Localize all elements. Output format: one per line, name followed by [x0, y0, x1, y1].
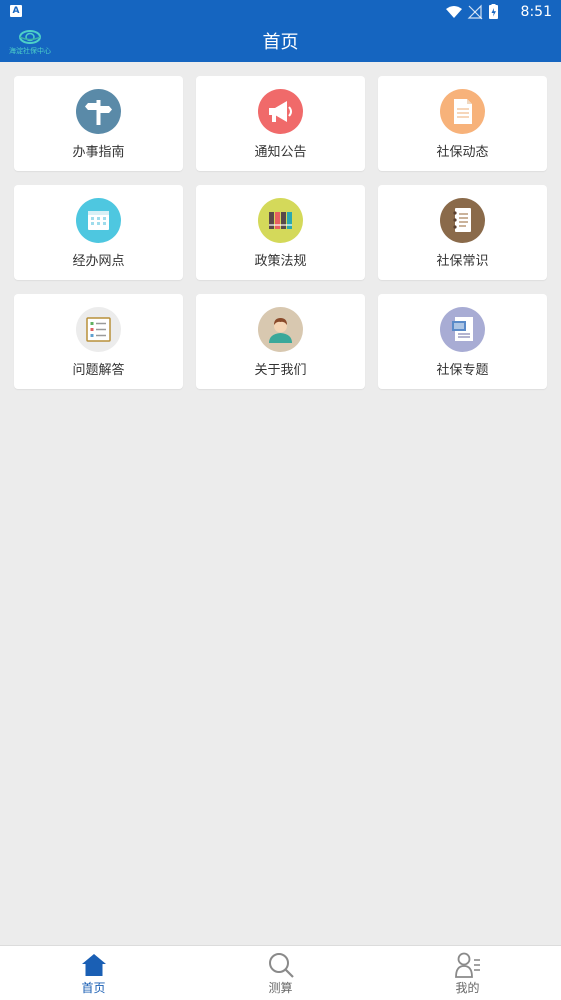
tile-label: 经办网点 — [72, 254, 125, 269]
signpost-icon — [76, 89, 121, 134]
status-time: 8:51 — [520, 4, 552, 20]
binders-icon — [258, 198, 303, 243]
logo: 海淀社保中心 — [5, 29, 55, 59]
tile-faq[interactable]: 问题解答 — [14, 294, 183, 389]
tile-guide[interactable]: 办事指南 — [14, 76, 183, 171]
checklist-icon — [76, 307, 121, 352]
tab-profile[interactable]: 我的 — [374, 946, 561, 1000]
tile-label: 办事指南 — [72, 145, 125, 160]
notebook-icon — [440, 198, 485, 243]
person-icon — [258, 307, 303, 352]
no-signal-icon — [467, 4, 483, 20]
tab-home[interactable]: 首页 — [0, 946, 187, 1000]
tab-label: 我的 — [455, 981, 480, 995]
tile-notice[interactable]: 通知公告 — [196, 76, 365, 171]
tab-label: 首页 — [81, 981, 106, 995]
status-icons — [445, 4, 505, 20]
tile-knowledge[interactable]: 社保常识 — [378, 185, 547, 280]
tab-label: 测算 — [268, 981, 293, 995]
tile-news[interactable]: 社保动态 — [378, 76, 547, 171]
tile-label: 社保专题 — [436, 363, 489, 378]
wifi-icon — [446, 6, 462, 18]
tile-label: 通知公告 — [254, 145, 307, 160]
status-bar: A 8:51 — [0, 0, 561, 24]
tile-policy[interactable]: 政策法规 — [196, 185, 365, 280]
bottom-tab-bar: 首页 测算 我的 — [0, 945, 561, 1000]
tile-label: 政策法规 — [254, 254, 307, 269]
calendar-icon — [76, 198, 121, 243]
logo-icon — [19, 30, 41, 44]
app-notification-badge: A — [10, 5, 22, 17]
document-icon — [440, 89, 485, 134]
megaphone-icon — [258, 89, 303, 134]
logo-text: 海淀社保中心 — [9, 47, 51, 55]
slides-icon — [440, 307, 485, 352]
tile-label: 社保动态 — [436, 145, 489, 160]
tile-label: 问题解答 — [72, 363, 125, 378]
home-icon — [82, 954, 106, 976]
battery-icon — [489, 4, 498, 19]
tab-calculate[interactable]: 测算 — [187, 946, 374, 1000]
profile-icon — [455, 952, 480, 978]
tile-topics[interactable]: 社保专题 — [378, 294, 547, 389]
tile-outlets[interactable]: 经办网点 — [14, 185, 183, 280]
tile-about[interactable]: 关于我们 — [196, 294, 365, 389]
page-title: 首页 — [262, 32, 299, 53]
title-bar: 首页 海淀社保中心 — [0, 24, 561, 62]
tile-label: 社保常识 — [436, 254, 489, 269]
search-icon — [269, 953, 294, 978]
tile-label: 关于我们 — [254, 363, 307, 378]
